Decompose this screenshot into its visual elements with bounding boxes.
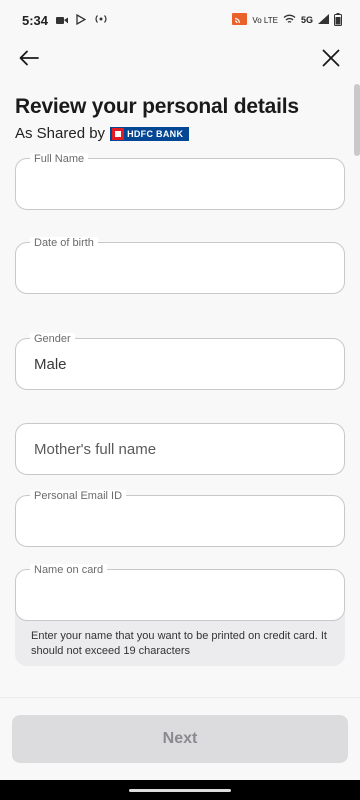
volte-indicator: Vo LTE [252,15,278,25]
date-of-birth-label: Date of birth [30,237,98,249]
battery-icon [334,12,342,28]
name-on-card-field[interactable]: Name on card [15,564,345,621]
system-nav-bar [0,780,360,800]
hdfc-mark-icon [112,127,125,140]
video-recording-icon [56,13,69,28]
full-name-field[interactable]: Full Name [15,153,345,210]
wifi-icon [283,14,296,26]
date-of-birth-field[interactable]: Date of birth [15,237,345,294]
back-button[interactable] [14,43,44,73]
gender-value: Male [34,355,67,373]
signal-icon [318,14,329,26]
next-button[interactable]: Next [12,715,348,763]
top-nav [0,40,360,76]
gender-field[interactable]: Gender Male [15,333,345,390]
home-gesture-handle[interactable] [129,789,231,792]
status-bar: 5:34 Vo LTE 5G [0,0,360,40]
mothers-name-field[interactable]: Mother's full name [15,423,345,475]
bank-name: HDFC BANK [127,128,184,139]
hotspot-icon [94,13,108,28]
play-store-icon [76,13,87,28]
personal-email-label: Personal Email ID [30,490,127,502]
bottom-action-bar: Next [0,697,360,780]
scrollbar[interactable] [354,84,360,156]
name-on-card-label: Name on card [30,564,108,576]
hdfc-bank-logo: HDFC BANK [110,126,190,141]
close-icon [322,49,340,67]
close-button[interactable] [316,43,346,73]
shared-by-line: As Shared by HDFC BANK [15,125,190,142]
arrow-left-icon [19,50,39,66]
name-on-card-hint: Enter your name that you want to be prin… [31,630,327,657]
network-type: 5G [300,15,313,25]
page-title: Review your personal details [15,95,299,118]
full-name-label: Full Name [30,153,89,165]
status-time: 5:34 [22,12,49,28]
cast-icon [232,13,248,27]
personal-email-field[interactable]: Personal Email ID [15,490,345,547]
shared-by-label: As Shared by [15,125,106,142]
mothers-name-placeholder: Mother's full name [34,440,157,458]
